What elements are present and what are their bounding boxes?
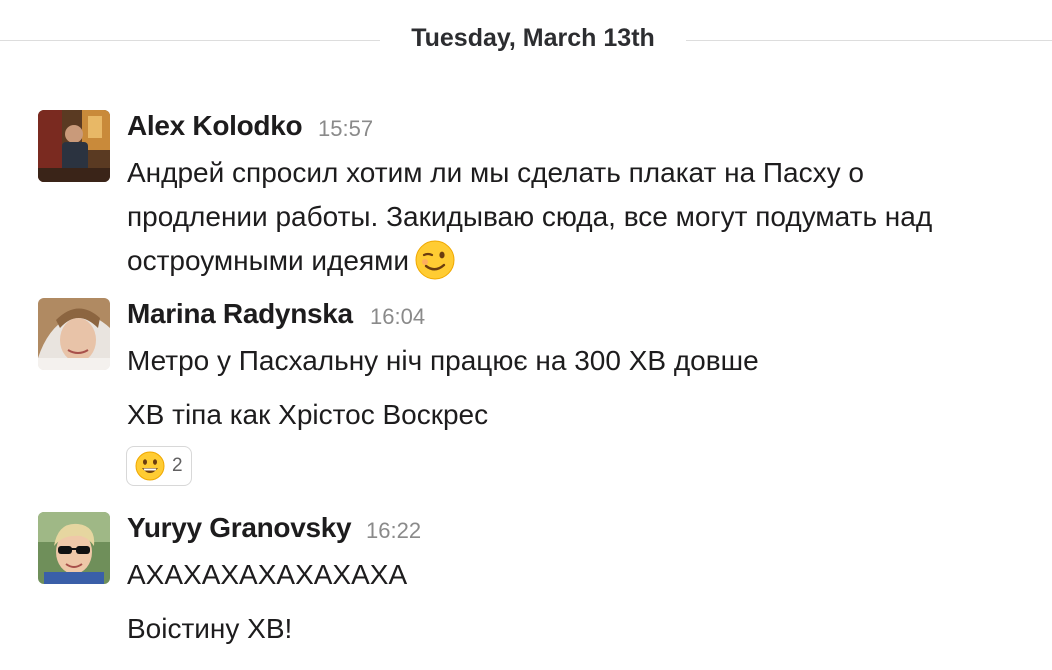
message-timestamp[interactable]: 16:04	[370, 304, 425, 330]
avatar[interactable]	[38, 512, 110, 584]
grinning-face-icon	[135, 451, 165, 481]
message-text-line-with-emoji: остроумными идеями	[127, 240, 455, 282]
sender-name[interactable]: Yuryy Granovsky	[127, 512, 352, 544]
message-text-line: Воістину ХВ!	[127, 613, 293, 644]
message-text-line: ХВ тіпа как Хрістос Воскрес	[127, 399, 489, 430]
message-text: остроумными идеями	[127, 245, 410, 276]
divider-line-left	[0, 40, 380, 41]
winking-face-icon	[415, 240, 455, 280]
sender-name[interactable]: Marina Radynska	[127, 298, 353, 330]
avatar[interactable]	[38, 110, 110, 182]
message-timestamp[interactable]: 15:57	[318, 116, 373, 142]
day-divider-label: Tuesday, March 13th	[411, 24, 655, 52]
sender-name[interactable]: Alex Kolodko	[127, 110, 303, 142]
message-text-line: Андрей спросил хотим ли мы сделать плака…	[127, 157, 864, 188]
avatar[interactable]	[38, 298, 110, 370]
message-timestamp[interactable]: 16:22	[366, 518, 421, 544]
message-text-line: продлении работы. Закидываю сюда, все мо…	[127, 201, 933, 232]
message-text-line: АХАХАХАХАХАХАХА	[127, 559, 408, 590]
message-text-line: Метро у Пасхальну ніч працює на 300 ХВ д…	[127, 345, 759, 376]
divider-line-right	[686, 40, 1052, 41]
day-divider: Tuesday, March 13th	[0, 18, 1052, 62]
reaction-count: 2	[172, 455, 183, 476]
reaction-button[interactable]: 2	[126, 446, 192, 486]
